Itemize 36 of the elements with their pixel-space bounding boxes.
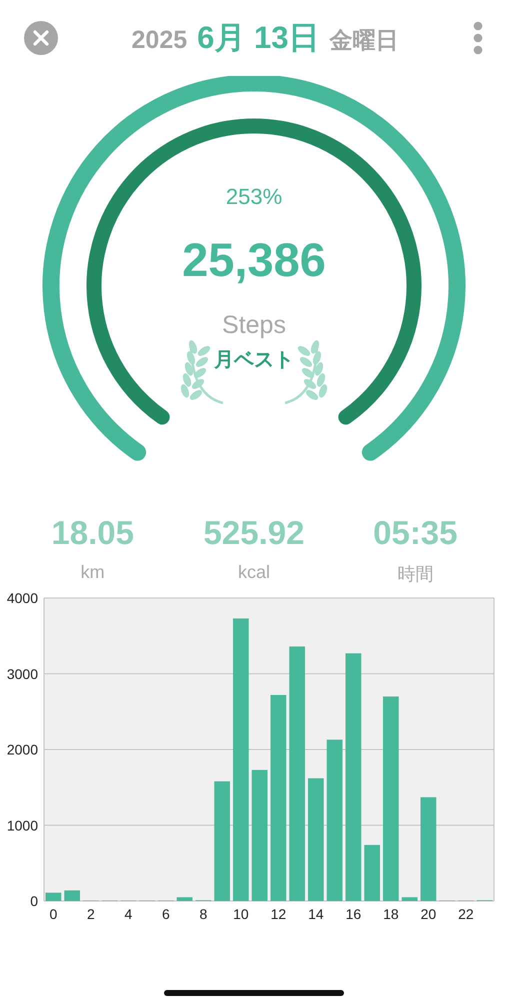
x-axis-label: 22 <box>458 906 474 922</box>
bar <box>364 844 380 901</box>
x-axis-label: 4 <box>124 906 132 922</box>
stat-label: kcal <box>238 562 270 583</box>
step-count: 25,386 <box>182 232 326 287</box>
x-axis-label: 2 <box>86 906 95 922</box>
x-axis-label: 12 <box>270 906 286 922</box>
weekday-text: 金曜日 <box>329 26 398 55</box>
x-axis-label: 8 <box>199 906 208 922</box>
y-axis-label: 3000 <box>6 666 38 682</box>
more-menu-icon[interactable] <box>472 21 484 55</box>
year-text: 2025 <box>132 26 188 55</box>
close-icon[interactable] <box>24 21 58 55</box>
bar <box>402 897 418 901</box>
stat-value: 525.92 <box>204 514 304 552</box>
bar <box>46 892 62 901</box>
percent-text: 253% <box>226 184 282 210</box>
x-axis-label: 10 <box>233 906 249 922</box>
x-axis-label: 16 <box>346 906 362 922</box>
unit-label: Steps <box>222 311 286 340</box>
bar <box>176 897 192 901</box>
x-axis-label: 6 <box>162 906 170 922</box>
y-axis-label: 2000 <box>6 742 38 758</box>
y-axis-label: 1000 <box>6 817 38 834</box>
x-axis-label: 18 <box>383 906 399 922</box>
stat-label: 時間 <box>397 563 434 586</box>
y-axis-label: 4000 <box>6 590 38 606</box>
x-axis-label: 0 <box>49 906 58 922</box>
date-text: 6月 13日 <box>197 19 320 57</box>
x-axis-label: 14 <box>308 906 324 922</box>
x-axis-label: 20 <box>420 906 436 922</box>
stat-value: 18.05 <box>51 514 134 552</box>
award-label: 月ベスト <box>214 348 294 373</box>
stat-value: 05:35 <box>373 514 458 552</box>
stat-label: km <box>80 562 105 583</box>
y-axis-label: 0 <box>30 893 38 909</box>
